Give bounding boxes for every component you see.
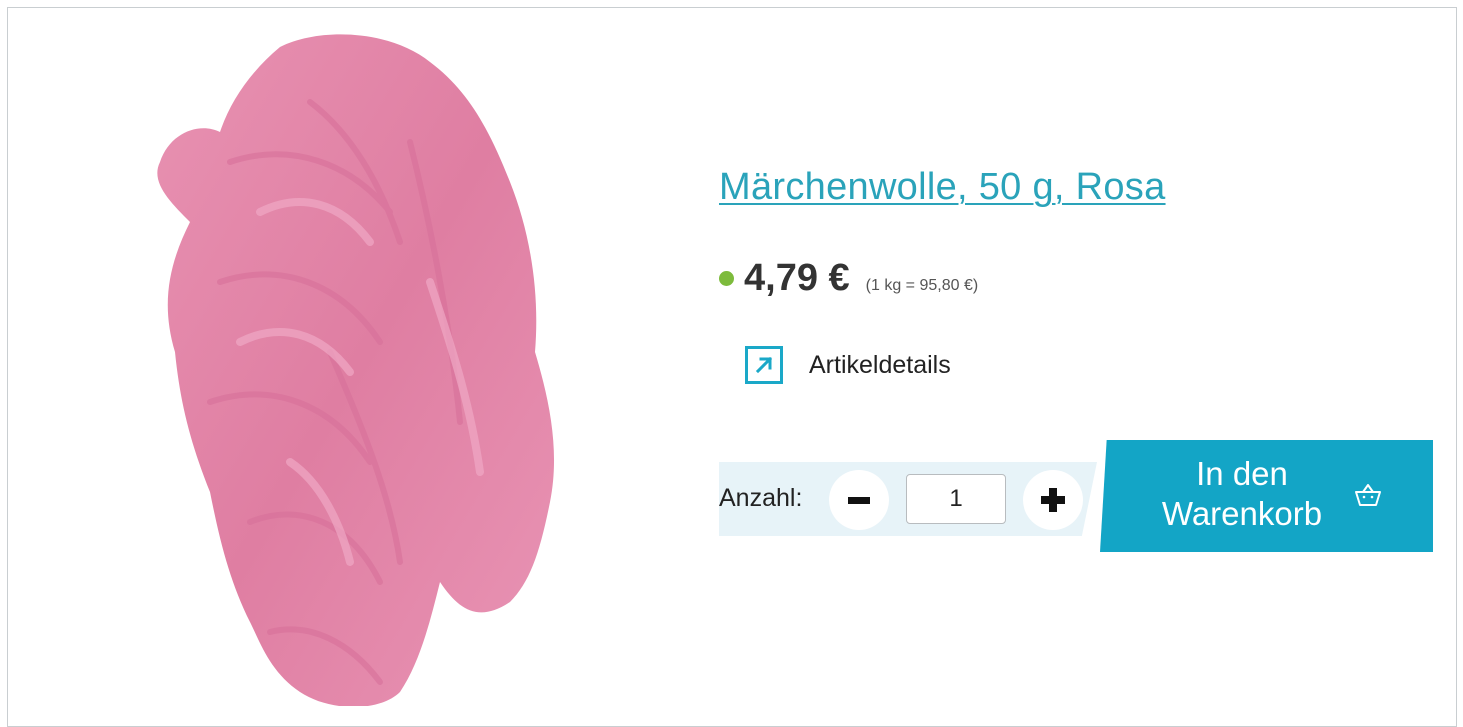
product-price: 4,79 € — [744, 257, 850, 299]
add-to-cart-label: In den Warenkorb — [1147, 454, 1337, 534]
external-link-icon — [745, 346, 783, 384]
add-to-cart-line2: Warenkorb — [1161, 495, 1323, 532]
product-image[interactable] — [130, 22, 600, 706]
basket-icon — [1355, 484, 1381, 506]
quantity-increase-button[interactable] — [1023, 470, 1083, 530]
product-title-link[interactable]: Märchenwolle, 50 g, Rosa — [719, 166, 1166, 209]
minus-icon — [848, 497, 870, 504]
unit-price: (1 kg = 95,80 €) — [865, 277, 979, 294]
plus-icon — [1041, 488, 1065, 512]
availability-dot — [719, 271, 734, 286]
price-row: 4,79 € (1 kg = 95,80 €) — [719, 257, 978, 300]
quantity-input[interactable] — [906, 474, 1006, 524]
quantity-decrease-button[interactable] — [829, 470, 889, 530]
article-details-label: Artikeldetails — [809, 350, 951, 379]
add-to-cart-button[interactable]: In den Warenkorb — [1100, 440, 1433, 552]
add-to-cart-line1: In den — [1196, 455, 1288, 492]
article-details-link[interactable]: Artikeldetails — [745, 346, 951, 384]
quantity-label: Anzahl: — [719, 484, 803, 512]
